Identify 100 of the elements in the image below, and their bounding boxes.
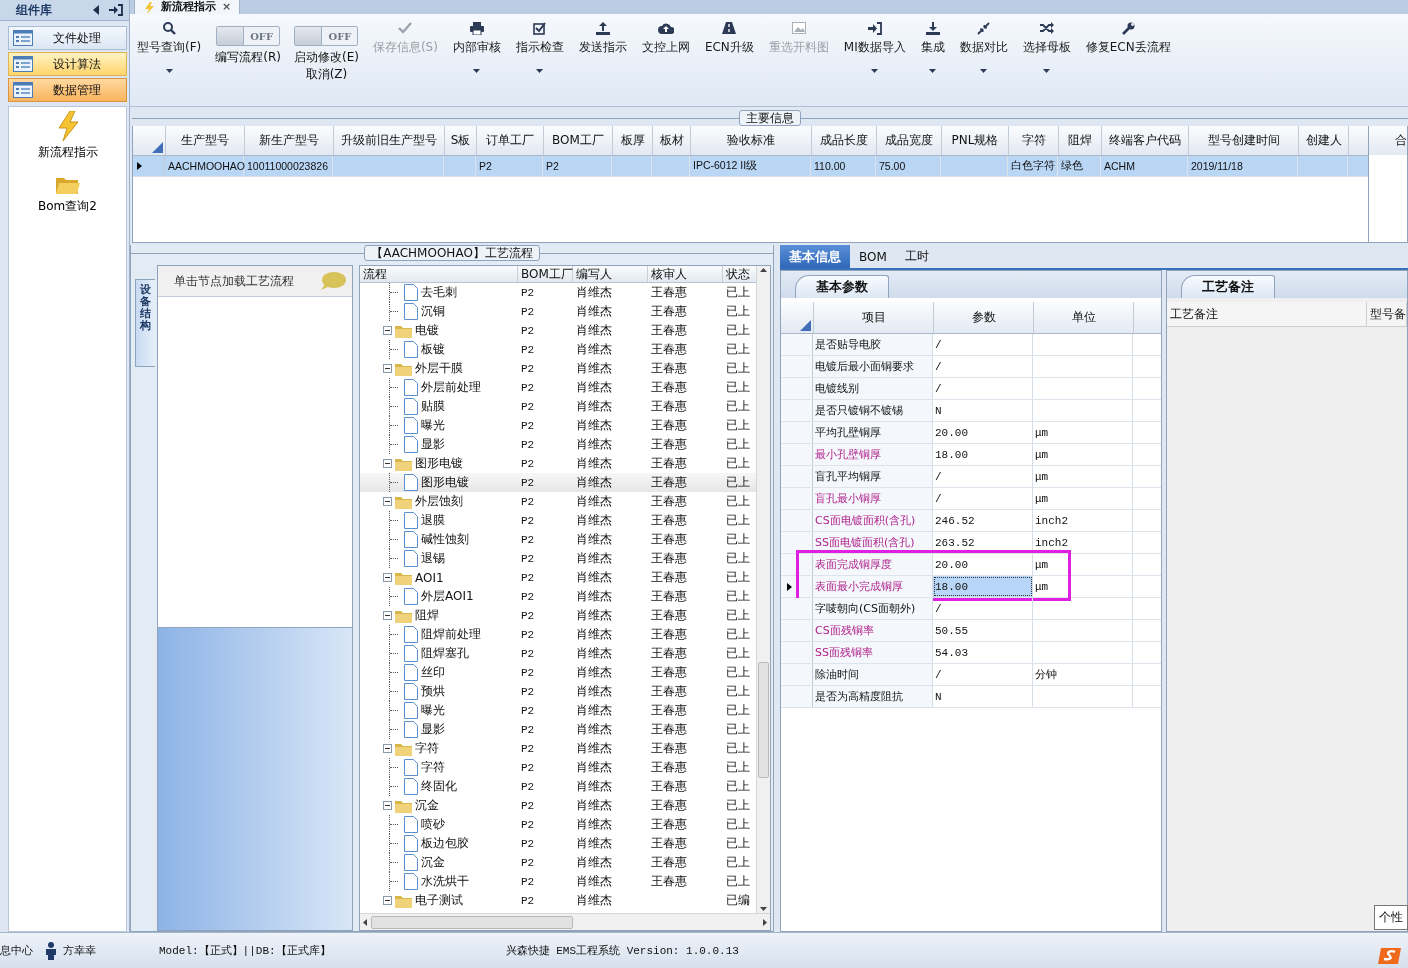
sign-in-icon[interactable] (109, 4, 123, 16)
toolbar-button[interactable]: 文控上网 (640, 18, 691, 58)
table-cell[interactable]: N (933, 400, 1033, 421)
tree-row[interactable]: 外层蚀刻 P2 肖维杰 王春惠 已上 (360, 492, 756, 511)
tab[interactable]: 基本信息 (780, 245, 850, 268)
tree-row[interactable]: 板边包胶 P2 肖维杰 王春惠 已上 (360, 834, 756, 853)
toolbar-button[interactable]: 集成 (919, 18, 946, 75)
close-icon[interactable]: × (222, 0, 232, 14)
tree-row[interactable]: 沉铜 P2 肖维杰 王春惠 已上 (360, 302, 756, 321)
column-header[interactable]: PNL规格 (942, 126, 1009, 155)
scroll-thumb[interactable] (371, 915, 573, 929)
column-header[interactable]: 工艺备注 (1167, 302, 1367, 326)
table-row[interactable]: SS面残铜率 54.03 (781, 642, 1161, 664)
column-header[interactable]: S板 (445, 126, 477, 155)
toolbar-button[interactable]: MI数据导入 (842, 18, 907, 75)
tree-row[interactable]: 退膜 P2 肖维杰 王春惠 已上 (360, 511, 756, 530)
input-method-icon[interactable] (1378, 946, 1404, 966)
tree-row[interactable]: 板镀 P2 肖维杰 王春惠 已上 (360, 340, 756, 359)
collapse-icon[interactable] (383, 459, 392, 468)
tree-row[interactable]: 沉金 P2 肖维杰 王春惠 已上 (360, 796, 756, 815)
tree-row[interactable]: 字符 P2 肖维杰 王春惠 已上 (360, 739, 756, 758)
table-cell[interactable]: 20.00 (933, 554, 1033, 575)
toggle-switch[interactable]: OFF (294, 26, 359, 46)
tree-row[interactable]: 阻焊 P2 肖维杰 王春惠 已上 (360, 606, 756, 625)
tree-row[interactable]: 外层干膜 P2 肖维杰 王春惠 已上 (360, 359, 756, 378)
tree-row[interactable]: 碱性蚀刻 P2 肖维杰 王春惠 已上 (360, 530, 756, 549)
tree-row[interactable]: 电镀 P2 肖维杰 王春惠 已上 (360, 321, 756, 340)
collapse-icon[interactable] (383, 364, 392, 373)
column-header[interactable]: 新生产型号 (245, 126, 334, 155)
table-row[interactable]: 电镀线别 / (781, 378, 1161, 400)
tree-row[interactable]: 预烘 P2 肖维杰 王春惠 已上 (360, 682, 756, 701)
column-header[interactable]: 阻焊 (1059, 126, 1102, 155)
table-row[interactable]: 最小孔壁铜厚 18.00 μm (781, 444, 1161, 466)
toolbar-button[interactable]: 选择母板 (1021, 18, 1072, 75)
scroll-thumb[interactable] (758, 661, 769, 778)
column-header[interactable]: BOM工厂 (518, 266, 573, 282)
launcher-item[interactable]: 新流程指示 (37, 111, 98, 161)
column-header[interactable]: 项目 (814, 302, 934, 333)
table-row[interactable]: 表面最小完成铜厚 18.00 μm (781, 576, 1161, 598)
column-header[interactable]: 型号创建时间 (1189, 126, 1299, 155)
scroll-down-icon[interactable] (760, 907, 767, 911)
toolbar-button[interactable]: ECN升级 (703, 18, 755, 58)
table-row[interactable]: CS面残铜率 50.55 (781, 620, 1161, 642)
collapse-icon[interactable] (383, 573, 392, 582)
sidebar-item[interactable]: 设计算法 (8, 52, 127, 76)
collapse-icon[interactable] (383, 326, 392, 335)
scroll-left-icon[interactable] (363, 918, 367, 926)
column-header[interactable]: BOM工厂 (544, 126, 613, 155)
scrollbar[interactable] (756, 266, 770, 913)
tree-row[interactable]: 字符 P2 肖维杰 王春惠 已上 (360, 758, 756, 777)
table-row[interactable]: 除油时间 / 分钟 (781, 664, 1161, 686)
table-cell[interactable]: / (933, 378, 1033, 399)
toolbar-button[interactable]: 指示检查 (514, 18, 565, 75)
table-row[interactable]: 平均孔壁铜厚 20.00 μm (781, 422, 1161, 444)
toolbar-button[interactable]: 数据对比 (958, 18, 1009, 75)
tree-row[interactable]: 沉金 P2 肖维杰 王春惠 已上 (360, 853, 756, 872)
tree-row[interactable]: 图形电镀 P2 肖维杰 王春惠 已上 (360, 454, 756, 473)
table-cell[interactable]: / (933, 488, 1033, 509)
collapse-icon[interactable] (383, 744, 392, 753)
column-header[interactable]: 升级前旧生产型号 (334, 126, 445, 155)
tab[interactable]: 工时 (895, 245, 938, 268)
table-row[interactable]: SS面电镀面积(含孔) 263.52 inch2 (781, 532, 1161, 554)
table-cell[interactable]: / (933, 334, 1033, 355)
column-header[interactable]: 验收标准 (691, 126, 812, 155)
column-header[interactable]: 编写人 (573, 266, 648, 282)
column-header[interactable]: 型号备 (1367, 302, 1407, 326)
tree-row[interactable]: AOI1 P2 肖维杰 王春惠 已上 (360, 568, 756, 587)
tree-row[interactable]: 丝印 P2 肖维杰 王春惠 已上 (360, 663, 756, 682)
table-row[interactable]: 盲孔平均铜厚 / μm (781, 466, 1161, 488)
column-header[interactable]: 字符 (1009, 126, 1059, 155)
table-row[interactable]: 是否为高精度阻抗 N (781, 686, 1161, 708)
table-cell[interactable]: 246.52 (933, 510, 1033, 531)
tree-row[interactable]: 贴膜 P2 肖维杰 王春惠 已上 (360, 397, 756, 416)
sidebar-item[interactable]: 数据管理 (8, 78, 127, 102)
table-row[interactable]: 是否只镀铜不镀锡 N (781, 400, 1161, 422)
column-header[interactable]: 成品宽度 (877, 126, 942, 155)
tree-row[interactable]: 阻焊塞孔 P2 肖维杰 王春惠 已上 (360, 644, 756, 663)
column-header[interactable]: 终端客户代码 (1102, 126, 1189, 155)
column-header[interactable]: 板材 (653, 126, 691, 155)
table-cell[interactable]: / (933, 466, 1033, 487)
tab[interactable]: 工艺备注 (1181, 275, 1275, 298)
tree-row[interactable]: 图形电镀 P2 肖维杰 王春惠 已上 (360, 473, 756, 492)
collapse-icon[interactable] (383, 497, 392, 506)
column-header[interactable]: 合 (1369, 126, 1407, 155)
scroll-up-icon[interactable] (760, 268, 767, 272)
column-header[interactable]: 生产型号 (166, 126, 245, 155)
tree-row[interactable]: 曝光 P2 肖维杰 王春惠 已上 (360, 701, 756, 720)
column-header[interactable]: 参数 (934, 302, 1034, 333)
tree-row[interactable]: 喷砂 P2 肖维杰 王春惠 已上 (360, 815, 756, 834)
toggle-switch[interactable]: OFF (216, 26, 281, 46)
table-cell[interactable]: N (933, 686, 1033, 707)
scrollbar[interactable] (360, 913, 770, 930)
toolbar-button[interactable]: 修复ECN丢流程 (1084, 18, 1172, 58)
caret-left-icon[interactable] (93, 5, 99, 15)
table-cell[interactable]: / (933, 598, 1033, 619)
table-row[interactable]: 是否贴导电胶 / (781, 334, 1161, 356)
tree-row[interactable]: 外层AOI1 P2 肖维杰 王春惠 已上 (360, 587, 756, 606)
toolbar-button[interactable]: 发送指示 (577, 18, 628, 58)
table-cell[interactable]: 50.55 (933, 620, 1033, 641)
tree-row[interactable]: 曝光 P2 肖维杰 王春惠 已上 (360, 416, 756, 435)
